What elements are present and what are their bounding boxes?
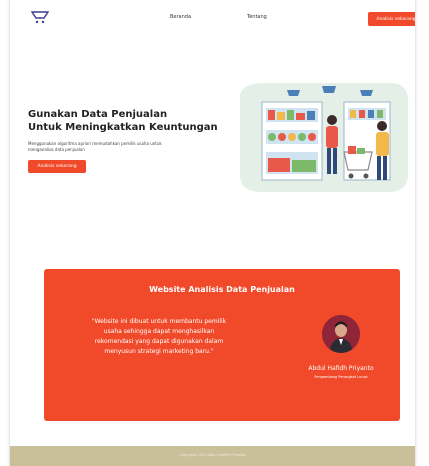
footer-copyright: Copyright 2023 Abdul Hafidh Priyanto (179, 453, 246, 457)
hero-analyze-button[interactable]: Analisis sekarang (28, 160, 86, 173)
page: Beranda Tentang Analisis sekarang Gunaka… (10, 0, 415, 466)
footer: Copyright 2023 Abdul Hafidh Priyanto (10, 446, 415, 466)
card-title: Website Analisis Data Penjualan (149, 285, 295, 294)
nav-link-beranda[interactable]: Beranda (170, 14, 191, 20)
avatar (322, 315, 360, 353)
shopping-illustration (232, 80, 412, 195)
hero-title-line2: Untuk Meningkatkan Keuntungan (28, 122, 218, 133)
testimonial-quote: "Website ini dibuat untuk membantu pemil… (91, 318, 227, 355)
about-card: Website Analisis Data Penjualan "Website… (44, 269, 400, 421)
analyze-now-button[interactable]: Analisis sekarang (368, 12, 415, 26)
hero-title-line1: Gunakan Data Penjualan (28, 109, 168, 120)
cart-logo-icon[interactable] (30, 9, 52, 25)
person-role: Pengembang Perangkat Lunak (314, 375, 368, 379)
hero-description: Menggunakan algoritma apriori memudahkan… (28, 141, 162, 152)
navbar: Beranda Tentang Analisis sekarang (10, 0, 415, 36)
hero-title: Gunakan Data Penjualan Untuk Meningkatka… (28, 108, 228, 134)
person-name: Abdul Hafidh Priyanto (308, 365, 374, 372)
nav-link-tentang[interactable]: Tentang (247, 14, 267, 20)
